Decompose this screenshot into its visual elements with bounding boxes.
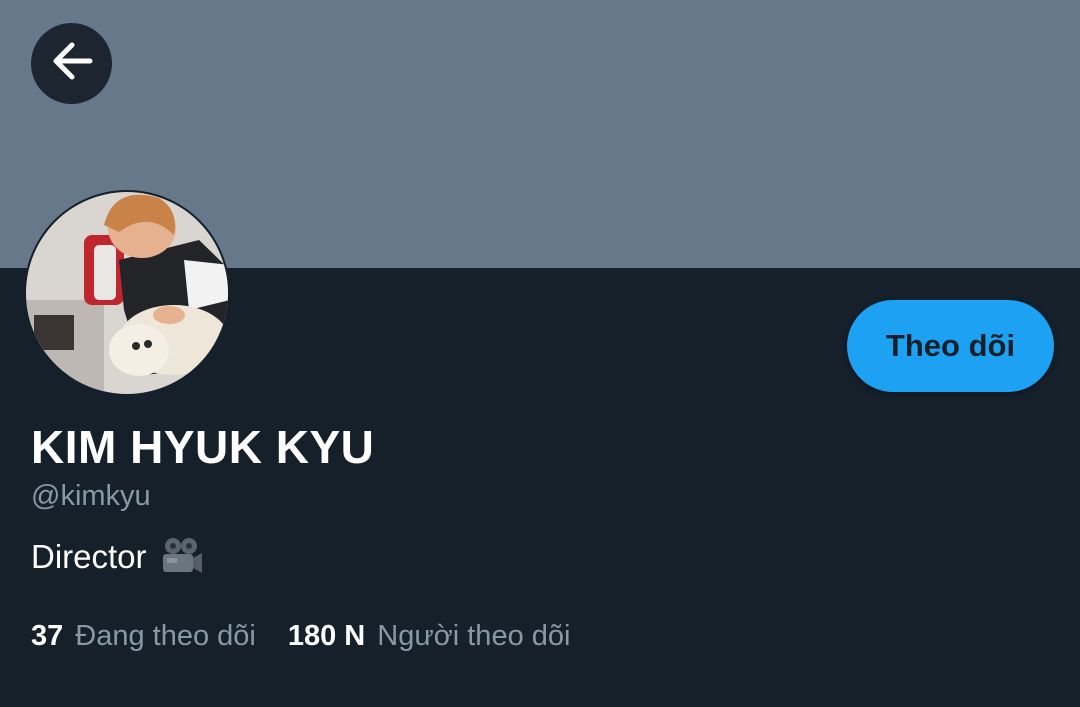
- bio-text: Director: [31, 538, 147, 575]
- profile-name: KIM HYUK KYU: [31, 421, 375, 473]
- following-stat[interactable]: 37 Đang theo dõi: [31, 620, 256, 653]
- follow-button[interactable]: Theo dõi: [847, 300, 1054, 392]
- profile-bio: Director: [31, 536, 203, 578]
- avatar[interactable]: [24, 190, 230, 396]
- profile-photo: [26, 192, 228, 394]
- following-count: 37: [31, 620, 64, 652]
- profile-handle: @kimkyu: [31, 480, 151, 512]
- back-button[interactable]: [31, 23, 112, 104]
- profile-page: Theo dõi KIM HYUK KYU @kimkyu Director 3…: [0, 0, 1080, 707]
- following-label: Đang theo dõi: [75, 620, 256, 652]
- followers-label: Người theo dõi: [377, 620, 571, 652]
- followers-count: 180 N: [287, 620, 366, 652]
- follow-button-label: Theo dõi: [885, 328, 1016, 363]
- profile-stats: 37 Đang theo dõi 180 N Người theo dõi: [31, 620, 570, 653]
- followers-stat[interactable]: 180 N Người theo dõi: [288, 620, 571, 653]
- movie-camera-icon: [159, 536, 203, 578]
- arrow-left-icon: [50, 41, 94, 86]
